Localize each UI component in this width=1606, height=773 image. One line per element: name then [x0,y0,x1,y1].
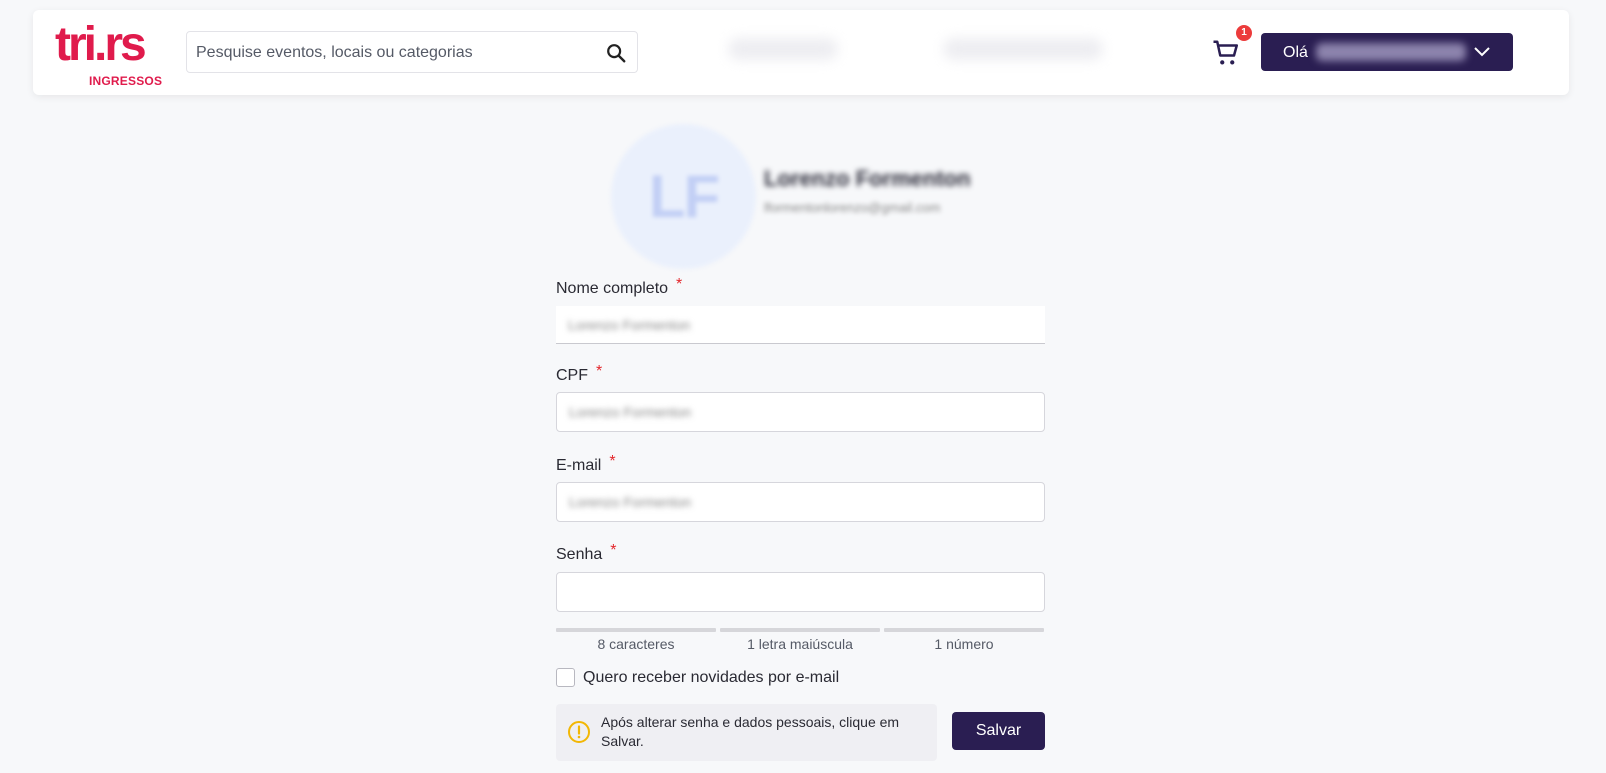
strength-label-length: 8 caracteres [597,636,675,652]
user-name-redacted [1316,43,1466,61]
cpf-value: Lorenzo Formenton [569,404,692,420]
required-mark: * [676,276,683,293]
password-field[interactable] [556,572,1045,612]
cpf-label: CPF * [556,363,602,385]
chevron-down-icon [1474,47,1490,57]
notice-text: Após alterar senha e dados pessoais, cli… [601,714,900,749]
email-field[interactable]: Lorenzo Formenton [556,482,1045,522]
nav-link-blurred[interactable] [943,38,1103,60]
strength-label-number: 1 número [934,636,994,652]
cpf-field[interactable]: Lorenzo Formenton [556,392,1045,432]
search-input[interactable]: Pesquise eventos, locais ou categorias [186,31,638,73]
full-name-value: Lorenzo Formenton [568,317,691,333]
strength-bar-number [884,628,1044,632]
user-greeting: Olá [1283,44,1308,61]
password-label-text: Senha [556,546,603,563]
save-button[interactable]: Salvar [952,712,1045,750]
newsletter-label[interactable]: Quero receber novidades por e-mail [583,669,839,687]
avatar-initials: LF [648,163,720,230]
email-label-text: E-mail [556,457,602,474]
required-mark: * [610,542,617,559]
strength-label-uppercase: 1 letra maiúscula [747,636,853,652]
name-label: Nome completo * [556,276,682,298]
save-notice: Após alterar senha e dados pessoais, cli… [556,704,937,761]
warning-icon [568,721,590,743]
required-mark: * [596,363,603,380]
cart-icon[interactable] [1211,38,1241,68]
profile-name: Lorenzo Formenton [764,166,971,191]
name-label-text: Nome completo [556,280,669,297]
nav-link-blurred[interactable] [728,38,838,60]
newsletter-checkbox[interactable] [556,668,575,687]
email-value: Lorenzo Formenton [569,494,692,510]
search-icon[interactable] [605,42,627,64]
password-label: Senha * [556,542,617,564]
user-menu-button[interactable]: Olá [1261,33,1513,71]
full-name-field[interactable]: Lorenzo Formenton [556,306,1045,344]
search-placeholder: Pesquise eventos, locais ou categorias [196,44,473,61]
site-logo[interactable]: tri.rs INGRESSOS [55,20,165,89]
profile-email: lformentonlorenzo@gmail.com [764,200,941,215]
logo-subtitle: INGRESSOS [89,74,163,88]
top-header: tri.rs INGRESSOS Pesquise eventos, locai… [33,10,1569,95]
avatar: LF [611,124,756,269]
strength-bar-length [556,628,716,632]
cpf-label-text: CPF [556,367,588,384]
email-label: E-mail * [556,453,616,475]
required-mark: * [609,453,616,470]
logo-wordmark: tri.rs [55,18,147,71]
cart-count-badge: 1 [1236,25,1252,41]
strength-bar-uppercase [720,628,880,632]
